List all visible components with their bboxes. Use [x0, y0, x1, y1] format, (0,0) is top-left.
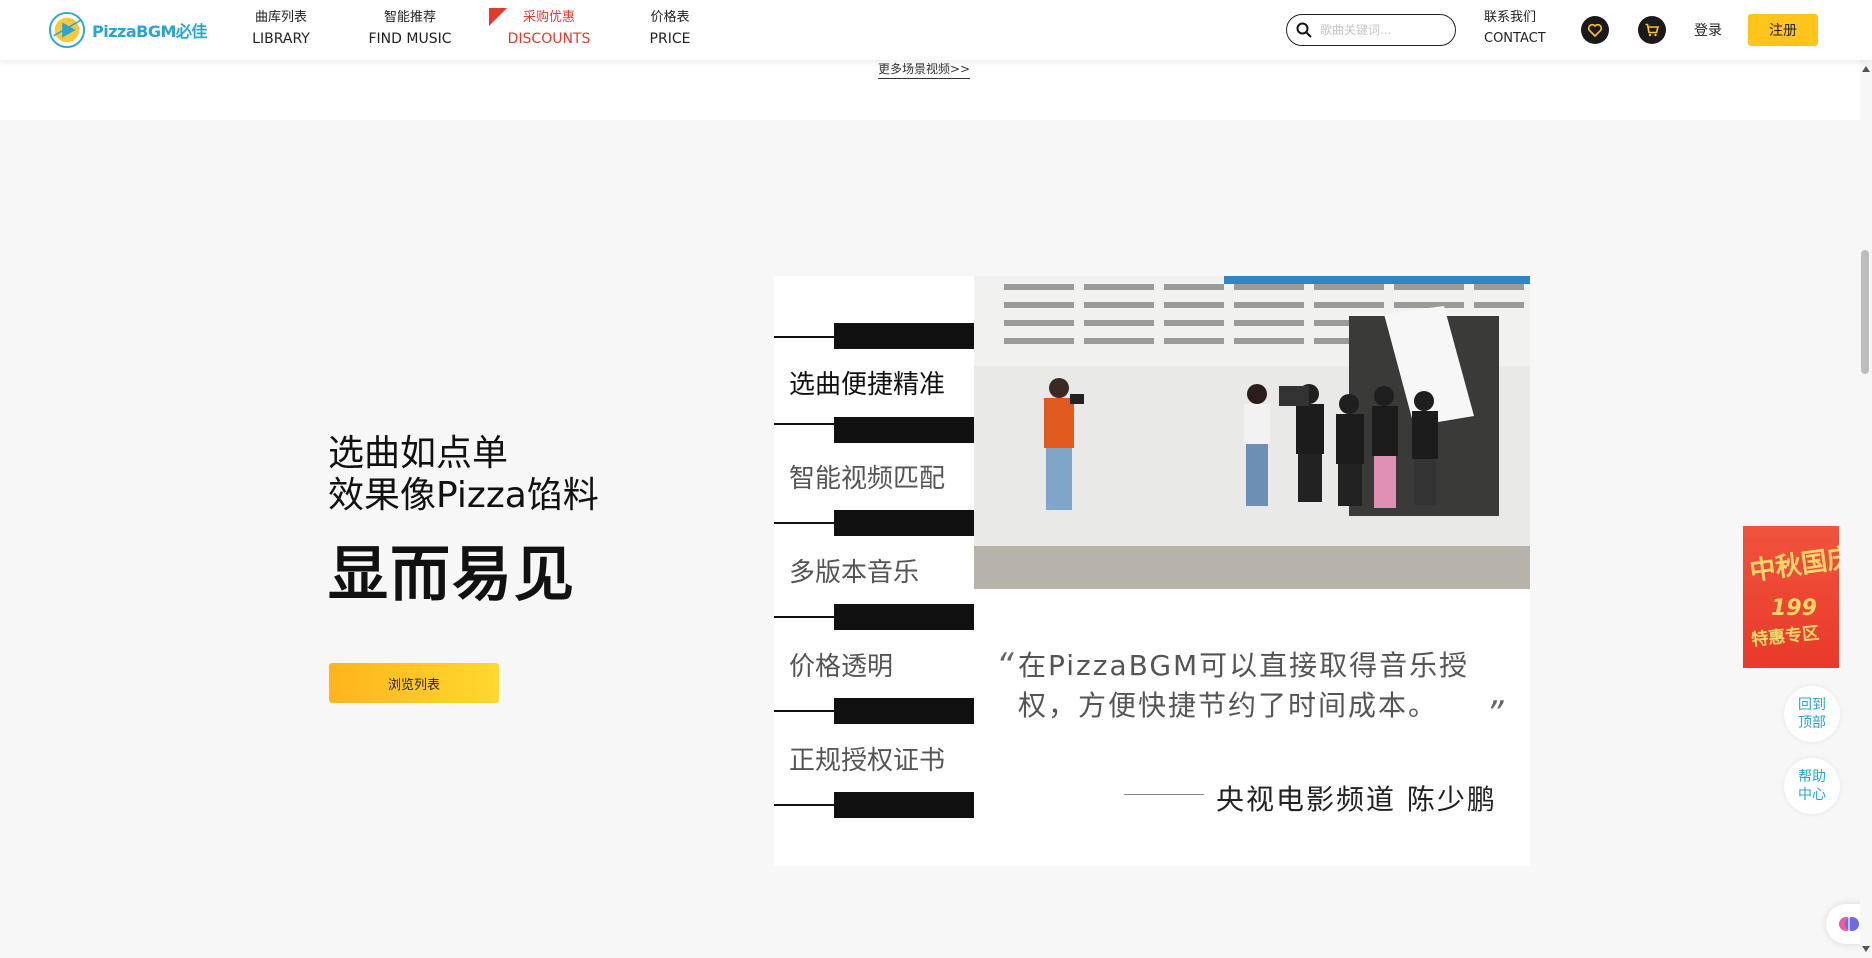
- search-icon[interactable]: [1296, 22, 1312, 38]
- site-logo[interactable]: PizzaBGM必佳: [48, 10, 207, 50]
- heart-icon: [1587, 23, 1603, 38]
- quote-open-mark: “: [996, 646, 1014, 686]
- testimonial-quote: 在PizzaBGM可以直接取得音乐授权，方便快捷节约了时间成本。: [1018, 649, 1470, 722]
- search-box: [1286, 14, 1456, 46]
- slogan-headline: 显而易见: [328, 540, 576, 610]
- favorites-button[interactable]: [1581, 16, 1609, 44]
- back-to-top-button[interactable]: 回到 顶部: [1784, 686, 1840, 742]
- top-navbar: PizzaBGM必佳 曲库列表 LIBRARY 智能推荐 FIND MUSIC …: [0, 0, 1872, 60]
- nav-library-zh: 曲库列表: [254, 10, 307, 25]
- black-key: [834, 604, 974, 630]
- slogan-line-2: 效果像Pizza馅料: [328, 475, 599, 516]
- help-center-button[interactable]: 帮助 中心: [1784, 758, 1840, 814]
- feature-tab-video-match[interactable]: 智能视频匹配: [789, 458, 969, 495]
- login-link[interactable]: 登录: [1694, 20, 1722, 40]
- nav-find-music-zh: 智能推荐: [383, 10, 436, 25]
- scroll-down-arrow-icon[interactable]: [1861, 944, 1871, 954]
- nav-library-en: LIBRARY: [252, 31, 310, 47]
- feature-tab-multi-version[interactable]: 多版本音乐: [789, 552, 969, 589]
- more-videos-link[interactable]: 更多场景视频>>: [878, 60, 971, 79]
- search-input[interactable]: [1318, 22, 1442, 38]
- nav-discounts-zh: 采购优惠: [522, 10, 575, 25]
- nav-price-zh: 价格表: [650, 10, 690, 25]
- nav-find-music-en: FIND MUSIC: [368, 31, 452, 47]
- cart-button[interactable]: [1638, 16, 1666, 44]
- piano-key-menu: 选曲便捷精准 智能视频匹配 多版本音乐 价格透明 正规授权证书: [774, 276, 974, 866]
- black-key: [834, 510, 974, 536]
- author-dash: [1124, 794, 1204, 795]
- nav-find-music[interactable]: 智能推荐 FIND MUSIC: [350, 8, 470, 50]
- scrollbar-track[interactable]: [1860, 60, 1872, 958]
- logo-icon: [48, 11, 86, 49]
- quote-close-mark: ”: [1486, 694, 1504, 734]
- contact-link[interactable]: 联系我们 CONTACT: [1484, 8, 1554, 50]
- contact-en: CONTACT: [1484, 31, 1546, 46]
- nav-price[interactable]: 价格表 PRICE: [610, 8, 730, 50]
- brain-icon: [1839, 917, 1859, 931]
- contact-zh: 联系我们: [1484, 10, 1537, 25]
- feature-tab-selection[interactable]: 选曲便捷精准: [789, 364, 969, 401]
- nav-price-en: PRICE: [649, 31, 691, 47]
- back-to-top-label: 回到 顶部: [1798, 697, 1826, 731]
- nav-library[interactable]: 曲库列表 LIBRARY: [221, 8, 341, 50]
- nav-discounts[interactable]: 采购优惠 DISCOUNTS: [489, 8, 609, 50]
- scrollbar-thumb[interactable]: [1861, 250, 1869, 374]
- feature-tab-license[interactable]: 正规授权证书: [789, 740, 969, 777]
- testimonial-author: 央视电影频道 陈少鹏: [1216, 783, 1497, 816]
- nav-discounts-en: DISCOUNTS: [507, 31, 591, 47]
- black-key: [834, 792, 974, 818]
- black-key: [834, 323, 974, 349]
- promo-headline: 中秋国庆: [1747, 542, 1839, 588]
- feature-tab-transparent-price[interactable]: 价格透明: [789, 646, 969, 683]
- cart-icon: [1645, 23, 1660, 37]
- scroll-up-arrow-icon[interactable]: [1861, 64, 1871, 74]
- logo-text: PizzaBGM必佳: [92, 22, 207, 41]
- black-key: [834, 417, 974, 443]
- slogan-line-1: 选曲如点单: [328, 433, 509, 474]
- promo-banner[interactable]: 中秋国庆 199 特惠专区: [1743, 526, 1839, 668]
- browse-list-button[interactable]: 浏览列表: [329, 663, 499, 703]
- film-crew-photo: [974, 276, 1530, 589]
- black-key: [834, 698, 974, 724]
- promo-tag: 特惠专区: [1750, 623, 1821, 651]
- feature-card: 选曲便捷精准 智能视频匹配 多版本音乐 价格透明 正规授权证书 “ 在Pizza…: [774, 276, 1530, 866]
- help-center-label: 帮助 中心: [1798, 769, 1826, 803]
- promo-price: 199: [1771, 596, 1817, 621]
- register-button[interactable]: 注册: [1748, 14, 1818, 46]
